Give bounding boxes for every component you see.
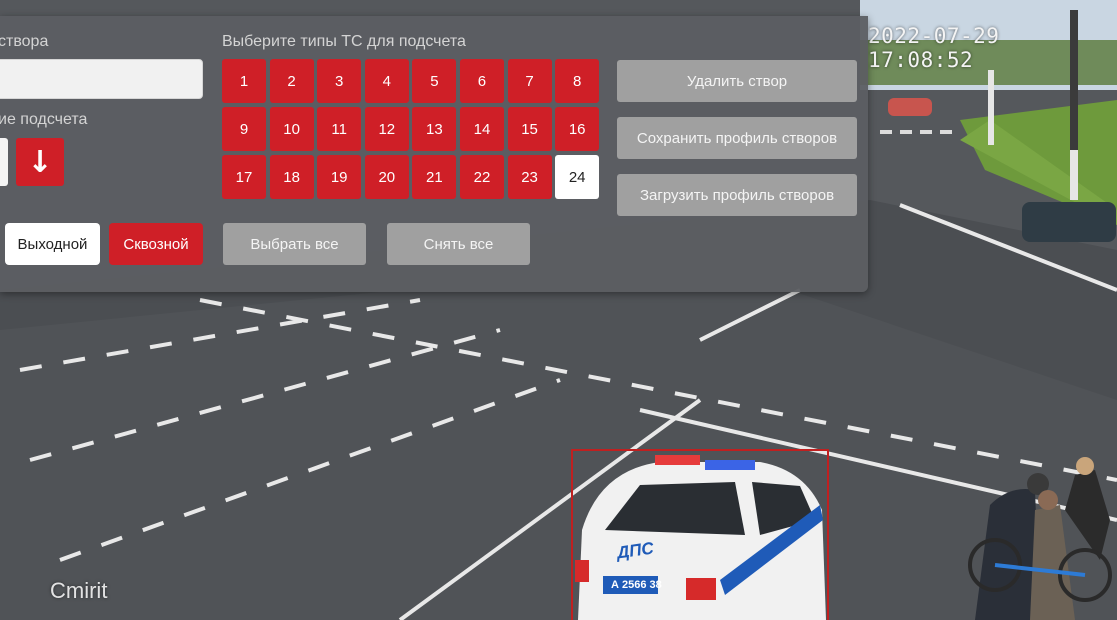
vehicle-type-button[interactable]: 22 [459,155,504,199]
vehicle-type-button[interactable]: 17 [222,155,266,199]
vehicle-type-button[interactable]: 24 [555,155,600,199]
direction-up-button[interactable]: ↑ [0,138,8,186]
vehicle-type-button[interactable]: 2 [269,59,314,103]
vehicle-type-button[interactable]: 11 [317,107,362,151]
vehicle-type-button[interactable]: 21 [412,155,457,199]
vehicle-types-label: Выберите типы ТС для подсчета [222,33,466,50]
license-plate: А 2566 38 [611,579,662,591]
camera-watermark: Cmirit [50,578,108,603]
delete-gate-button[interactable]: Удалить створ [617,60,857,102]
clear-all-button[interactable]: Снять все [387,223,530,265]
vehicle-type-button[interactable]: 3 [317,59,362,103]
direction-label: ие подсчета [0,111,88,128]
vehicle-type-button[interactable]: 12 [364,107,409,151]
vehicle-type-button[interactable]: 23 [507,155,552,199]
vehicle-type-button[interactable]: 10 [269,107,314,151]
direction-down-button[interactable]: ↓ [16,138,64,186]
camera-timestamp: 2022-07-29 17:08:52 [868,24,1000,72]
vehicle-type-button[interactable]: 18 [269,155,314,199]
vehicle-type-button[interactable]: 7 [507,59,552,103]
vehicle-type-button[interactable]: 8 [555,59,600,103]
vehicle-type-button[interactable]: 4 [364,59,409,103]
vehicle-type-button[interactable]: 5 [412,59,457,103]
vehicle-type-button[interactable]: 1 [222,59,266,103]
vehicle-type-button[interactable]: 6 [459,59,504,103]
select-all-button[interactable]: Выбрать все [223,223,366,265]
gate-settings-panel: створа ие подсчета ↑ ↓ Выходной Сквозной… [0,16,868,292]
vehicle-type-button[interactable]: 16 [555,107,600,151]
vehicle-type-button[interactable]: 20 [364,155,409,199]
gate-name-label: створа [0,33,49,50]
arrow-down-icon: ↓ [27,144,53,180]
load-profile-button[interactable]: Загрузить профиль створов [617,174,857,216]
vehicle-type-button[interactable]: 19 [317,155,362,199]
vehicle-type-button[interactable]: 15 [507,107,552,151]
vehicle-type-button[interactable]: 14 [459,107,504,151]
exit-type-button[interactable]: Выходной [5,223,100,265]
through-type-button[interactable]: Сквозной [109,223,203,265]
vehicle-type-button[interactable]: 13 [412,107,457,151]
vehicle-type-button[interactable]: 9 [222,107,266,151]
gate-name-input[interactable] [0,59,203,99]
vehicle-type-grid: 1 2 3 4 5 6 7 8 9 10 11 12 13 14 15 16 17 18 19 20 21 22 23 24 [222,59,600,199]
save-profile-button[interactable]: Сохранить профиль створов [617,117,857,159]
